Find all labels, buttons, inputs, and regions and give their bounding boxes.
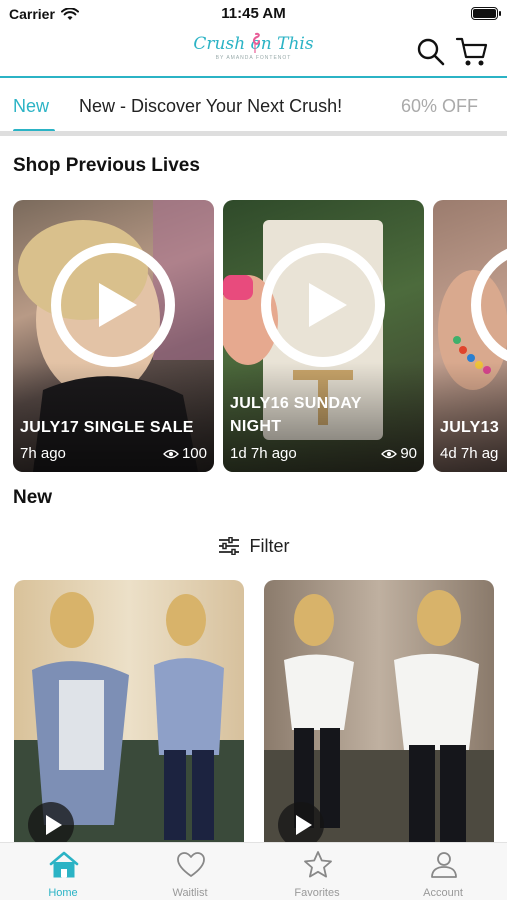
filter-label: Filter (249, 535, 290, 556)
live-card[interactable]: JULY13 4d 7h ag (433, 200, 507, 472)
live-title: JULY16 SUNDAY NIGHT (230, 392, 362, 438)
nav-waitlist-label: Waitlist (172, 887, 208, 899)
play-button[interactable] (261, 243, 385, 367)
product-card[interactable] (14, 580, 244, 842)
live-view-count: 100 (181, 445, 207, 462)
search-button[interactable] (416, 37, 446, 67)
product-play-button[interactable] (28, 802, 74, 842)
live-views: 100 (163, 445, 207, 462)
sliders-icon (218, 537, 239, 555)
nav-home[interactable]: Home (18, 847, 108, 899)
category-tabs: New New - Discover Your Next Crush! 60% … (0, 80, 507, 136)
play-icon (99, 283, 137, 327)
search-icon (417, 38, 445, 66)
eye-icon (381, 449, 398, 458)
nav-favorites-label: Favorites (294, 887, 340, 899)
new-section-title: New (13, 487, 53, 508)
live-title-line2: NIGHT (230, 418, 282, 435)
cart-button[interactable] (455, 36, 489, 68)
flamingo-icon (252, 32, 260, 53)
app-header: Crush on This BY AMANDA FONTENOT (0, 28, 507, 78)
live-title-line1: JULY16 SUNDAY (230, 395, 362, 412)
play-icon (46, 815, 62, 835)
tab-sixty-off[interactable]: 60% OFF (401, 96, 478, 117)
product-play-button[interactable] (278, 802, 324, 842)
cart-icon (455, 37, 488, 66)
nav-home-label: Home (48, 887, 78, 899)
play-icon (309, 283, 347, 327)
lives-section-title: Shop Previous Lives (13, 155, 200, 176)
live-time: 4d 7h ag (440, 445, 499, 462)
live-title: JULY17 SINGLE SALE (20, 419, 194, 436)
star-icon (304, 851, 332, 878)
live-time: 1d 7h ago (230, 445, 297, 462)
eye-icon (163, 449, 179, 458)
nav-account-label: Account (423, 887, 463, 899)
tab-discover-next-crush[interactable]: New - Discover Your Next Crush! (79, 96, 342, 117)
filter-button[interactable]: Filter (0, 532, 507, 560)
product-card[interactable] (264, 580, 494, 842)
nav-waitlist[interactable]: Waitlist (145, 847, 235, 899)
nav-account[interactable]: Account (398, 847, 488, 899)
live-card[interactable]: JULY17 SINGLE SALE 7h ago 100 (13, 200, 214, 472)
person-icon (431, 852, 457, 878)
live-view-count: 90 (400, 445, 417, 462)
status-bar: Carrier 11:45 AM (0, 0, 507, 28)
live-time: 7h ago (20, 445, 66, 462)
play-icon (296, 815, 312, 835)
live-card[interactable]: JULY16 SUNDAY NIGHT 1d 7h ago 90 (223, 200, 424, 472)
live-title: JULY13 (440, 419, 500, 436)
home-icon (49, 851, 79, 878)
product-grid (14, 580, 494, 842)
tab-new[interactable]: New (13, 96, 49, 117)
active-tab-indicator (13, 129, 55, 131)
previous-lives-carousel[interactable]: JULY17 SINGLE SALE 7h ago 100 JULY16 SUN… (13, 200, 507, 472)
clock: 11:45 AM (221, 5, 286, 22)
play-button[interactable] (51, 243, 175, 367)
battery-icon (471, 7, 501, 20)
heart-icon (177, 852, 205, 877)
bottom-tab-bar: Home Waitlist Favorites Account (0, 842, 507, 900)
live-views: 90 (381, 445, 417, 462)
nav-favorites[interactable]: Favorites (272, 847, 362, 899)
